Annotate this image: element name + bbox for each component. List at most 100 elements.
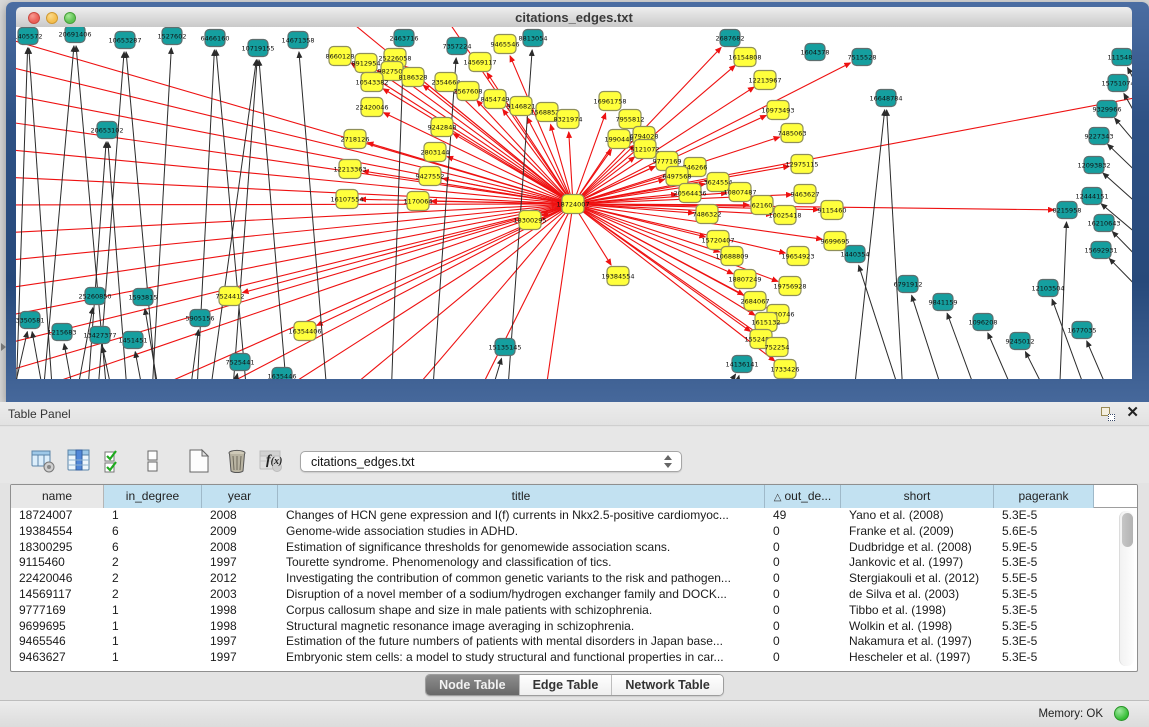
graph-node-label: 16354406 [288,327,321,335]
graph-node-label: 10025418 [768,211,801,219]
table-row[interactable]: 911546021997Tourette syndrome. Phenomeno… [11,555,1137,571]
select-columns-icon[interactable] [66,448,92,474]
table-row[interactable]: 2242004622012Investigating the contribut… [11,571,1137,587]
table-cell: 1997 [202,555,278,571]
select-all-icon[interactable] [102,448,128,474]
table-cell: Investigating the contribution of common… [278,571,765,587]
panel-collapse-arrow-icon[interactable] [1,343,6,351]
table-selector-dropdown[interactable]: citations_edges.txt [300,451,682,472]
memory-status-label: Memory: OK [1038,708,1103,720]
table-row[interactable]: 1830029562008Estimation of significance … [11,540,1137,556]
float-panel-icon[interactable] [1101,407,1115,421]
table-cell: 1 [104,650,202,666]
table-cell: Estimation of significance thresholds fo… [278,540,765,556]
graph-node-label: 1405572 [16,32,42,40]
graph-node-label: 8660128 [326,52,355,60]
graph-node-label: 5121072 [631,145,660,153]
table-cell: 9777169 [11,603,104,619]
graph-edge [430,58,456,379]
graph-node-label: 2684067 [741,297,770,305]
column-header-out_de[interactable]: △out_de... [765,485,841,508]
graph-node-label: 1604378 [801,48,830,56]
table-row[interactable]: 1938455462009Genome-wide association stu… [11,524,1137,540]
scrollbar-thumb[interactable] [1122,513,1133,547]
graph-node-label: 14671358 [281,36,314,44]
network-canvas[interactable]: 1872400714055722069140610653287152760264… [16,27,1132,379]
function-builder-icon[interactable]: f(x) [266,453,282,469]
table-cell: Genome-wide association studies in ADHD. [278,524,765,540]
tab-node-table[interactable]: Node Table [426,675,519,695]
close-panel-icon[interactable]: ✕ [1126,405,1139,421]
table-cell: 5.3E-5 [994,555,1094,571]
graph-node-label: 1215683 [48,328,77,336]
graph-node-label: 15692931 [1084,246,1117,254]
tab-edge-table[interactable]: Edge Table [520,675,613,695]
graph-node-label: 9242848 [428,123,457,131]
graph-node-label: 62160 [752,201,773,209]
table-cell: Nakamura et al. (1997) [841,634,994,650]
graph-node-label: 20653102 [90,126,123,134]
graph-node-label: 9841159 [929,298,958,306]
graph-node-label: 18724007 [556,200,589,208]
table-row[interactable]: 977716911998Corpus callosum shape and si… [11,603,1137,619]
table-cell: 1 [104,508,202,524]
table-cell: 5.3E-5 [994,508,1094,524]
column-header-short[interactable]: short [841,485,994,508]
table-cell: 5.3E-5 [994,619,1094,635]
table-cell: Estimation of the future numbers of pati… [278,634,765,650]
table-cell: 1998 [202,603,278,619]
graph-node-label: 6497568 [663,172,692,180]
table-cell: 0 [765,540,841,556]
delete-column-icon[interactable] [224,448,250,474]
table-cell: 2 [104,587,202,603]
column-header-year[interactable]: year [202,485,278,508]
screen: citations_edges.txt 18724007140557220691… [0,0,1149,727]
graph-node-label: 1527602 [158,32,187,40]
graph-edge [64,344,80,379]
column-header-pagerank[interactable]: pagerank [994,485,1094,508]
graph-node-label: 9427552 [416,172,445,180]
tab-network-table[interactable]: Network Table [612,675,723,695]
table-settings-icon[interactable] [30,448,56,474]
column-header-name[interactable]: name [11,485,104,508]
column-header-in_degree[interactable]: in_degree [104,485,202,508]
new-column-icon[interactable] [186,448,212,474]
graph-node-label: 20564436 [673,189,706,197]
table-cell: 5.5E-5 [994,571,1094,587]
graph-node-label: 16107554 [330,195,363,203]
table-cell: 1 [104,603,202,619]
graph-svg: 1872400714055722069140610653287152760264… [16,27,1132,379]
clear-selection-icon[interactable] [140,448,166,474]
graph-node-label: 9777169 [653,157,682,165]
table-cell: Tibbo et al. (1998) [841,603,994,619]
table-panel-header: Table Panel ✕ [0,402,1149,426]
graph-node-label: 12213967 [748,76,781,84]
table-cell: 0 [765,571,841,587]
graph-node-label: 1115480 [1108,53,1132,61]
graph-node-label: 10807487 [723,188,756,196]
table-cell: 2003 [202,587,278,603]
table-row[interactable]: 946362711997Embryonic stem cells: a mode… [11,650,1137,666]
graph-node-label: 9227343 [1085,132,1114,140]
graph-node-label: 10688809 [715,252,748,260]
table-row[interactable]: 969969511998Structural magnetic resonanc… [11,619,1137,635]
column-header-title[interactable]: title [278,485,765,508]
window-titlebar[interactable]: citations_edges.txt [16,7,1132,29]
graph-edge [225,374,237,379]
graph-node-label: 7357224 [443,42,472,50]
table-body: 1872400712008Changes of HCN gene express… [11,508,1137,666]
table-row[interactable]: 1872400712008Changes of HCN gene express… [11,508,1137,524]
graph-node-label: 1451451 [119,336,148,344]
graph-node-label: 19654923 [781,252,814,260]
table-row[interactable]: 1456911722003Disruption of a novel membe… [11,587,1137,603]
graph-edge [540,204,573,379]
graph-node-label: 18807249 [728,275,761,283]
memory-status-indicator[interactable] [1114,706,1129,721]
table-row[interactable]: 946554611997Estimation of the future num… [11,634,1137,650]
graph-edge [16,48,28,379]
graph-node-label: 10973493 [761,106,794,114]
table-cell: 9463627 [11,650,104,666]
table-vertical-scrollbar[interactable] [1119,511,1134,666]
graph-node-label: 9465546 [491,40,520,48]
table-cell: de Silva et al. (2003) [841,587,994,603]
